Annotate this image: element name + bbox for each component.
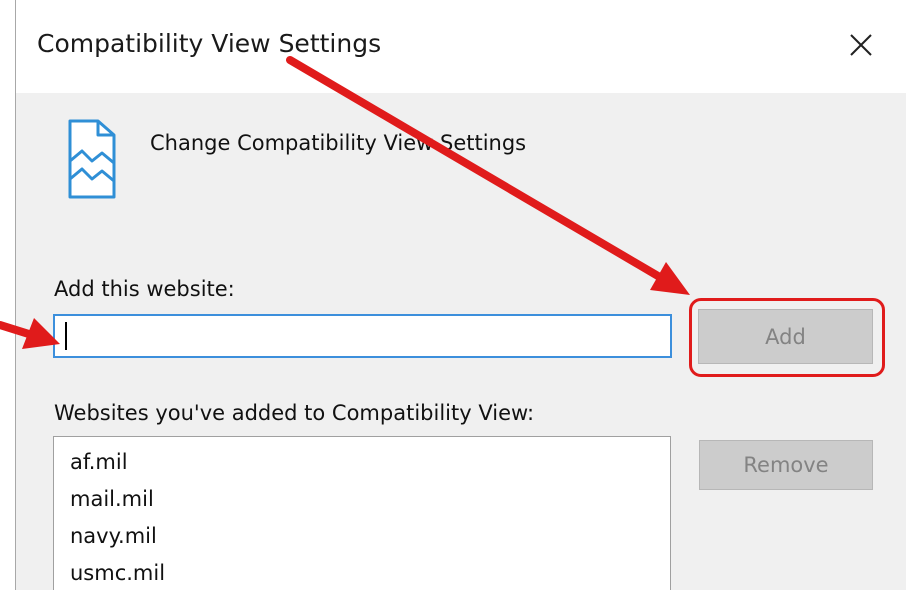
- websites-list-label: Websites you've added to Compatibility V…: [54, 401, 535, 425]
- websites-list[interactable]: af.mil mail.mil navy.mil usmc.mil: [53, 436, 671, 590]
- compatibility-view-icon: [68, 119, 116, 199]
- compatibility-view-dialog: Compatibility View Settings Change Compa…: [15, 0, 906, 590]
- close-icon: [850, 34, 872, 56]
- dialog-titlebar: Compatibility View Settings: [16, 0, 906, 93]
- text-caret: [65, 322, 67, 350]
- screenshot-stage: Compatibility View Settings Change Compa…: [0, 0, 906, 590]
- add-button-highlight: [689, 298, 885, 377]
- dialog-title: Compatibility View Settings: [37, 29, 382, 58]
- website-input[interactable]: [53, 314, 672, 358]
- remove-button[interactable]: Remove: [699, 440, 873, 490]
- list-item[interactable]: navy.mil: [70, 524, 157, 548]
- close-button[interactable]: [836, 20, 886, 70]
- dialog-header-text: Change Compatibility View Settings: [150, 131, 527, 155]
- list-item[interactable]: usmc.mil: [70, 561, 165, 585]
- list-item[interactable]: mail.mil: [70, 487, 154, 511]
- add-website-label: Add this website:: [54, 277, 235, 301]
- list-item[interactable]: af.mil: [70, 450, 128, 474]
